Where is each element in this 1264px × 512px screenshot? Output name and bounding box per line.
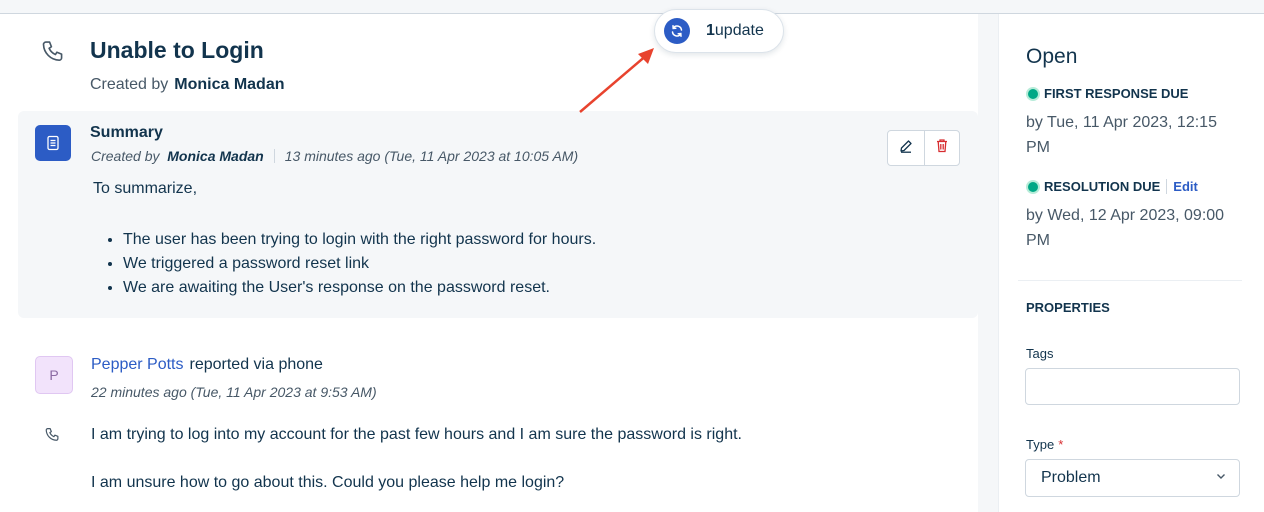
chevron-down-icon — [1215, 469, 1227, 487]
tags-label: Tags — [1026, 346, 1054, 361]
message-text: I am unsure how to go about this. Could … — [91, 474, 565, 491]
edit-resolution-due-link[interactable]: Edit — [1166, 179, 1198, 194]
created-by-label: Created by — [90, 76, 169, 93]
type-selected-value: Problem — [1041, 469, 1101, 486]
list-item: We triggered a password reset link — [123, 252, 596, 276]
message-text: I am trying to log into my account for t… — [91, 426, 742, 443]
type-label: Type * — [1026, 437, 1063, 452]
resolution-due-label: RESOLUTION DUE Edit — [1026, 179, 1198, 194]
status-label: Open — [1026, 45, 1078, 68]
summary-created-by-label: Created by — [91, 148, 160, 164]
required-marker: * — [1058, 437, 1064, 452]
reporter-line: Pepper Potts reported via phone — [91, 356, 323, 374]
note-actions — [887, 130, 960, 166]
summary-title: Summary — [90, 124, 163, 141]
status-dot-icon — [1026, 86, 1040, 101]
edit-note-button[interactable] — [888, 131, 924, 165]
update-count: 1 — [706, 22, 715, 39]
document-icon — [35, 125, 71, 161]
new-updates-button[interactable]: 1update — [654, 9, 784, 53]
resolution-label-text: RESOLUTION DUE — [1044, 179, 1161, 194]
ticket-title: Unable to Login — [90, 37, 264, 63]
first-response-due-value: by Tue, 11 Apr 2023, 12:15 PM — [1026, 114, 1217, 156]
tags-input[interactable] — [1025, 368, 1240, 405]
scroll-gutter — [978, 14, 998, 512]
update-label: 1update — [706, 22, 764, 40]
summary-time: 13 minutes ago (Tue, 11 Apr 2023 at 10:0… — [284, 148, 579, 164]
conversation-time: 22 minutes ago (Tue, 11 Apr 2023 at 9:53… — [91, 384, 377, 400]
summary-meta: Created by Monica Madan 13 minutes ago (T… — [91, 148, 578, 164]
phone-icon — [40, 38, 68, 66]
summary-created-by-name: Monica Madan — [167, 148, 264, 164]
type-select[interactable]: Problem — [1025, 459, 1240, 497]
reporter-name-link[interactable]: Pepper Potts — [91, 356, 184, 373]
summary-intro: To summarize, — [93, 180, 198, 197]
list-item: We are awaiting the User's response on t… — [123, 276, 596, 300]
type-label-text: Type — [1026, 437, 1055, 452]
summary-body: To summarize, The user has been trying t… — [93, 180, 596, 300]
resolution-due-value: by Wed, 12 Apr 2023, 09:00 PM — [1026, 207, 1225, 249]
divider — [1018, 280, 1242, 281]
update-label-text: update — [714, 22, 764, 39]
trash-icon — [935, 138, 949, 158]
ticket-created-by: Created by Monica Madan — [90, 76, 285, 94]
first-response-due-label: FIRST RESPONSE DUE — [1026, 86, 1188, 101]
summary-note-card: Summary Created by Monica Madan 13 minute… — [18, 111, 978, 318]
top-bar — [0, 0, 1264, 14]
pencil-icon — [899, 139, 913, 158]
list-item: The user has been trying to login with t… — [123, 228, 596, 252]
avatar: P — [35, 356, 73, 394]
first-response-label-text: FIRST RESPONSE DUE — [1044, 86, 1189, 101]
meta-separator — [273, 149, 275, 163]
annotation-arrow — [579, 48, 654, 113]
status-dot-icon — [1026, 179, 1040, 194]
sync-icon — [664, 18, 690, 44]
properties-heading: PROPERTIES — [1026, 300, 1110, 315]
created-by-name[interactable]: Monica Madan — [174, 76, 284, 93]
summary-bullet-list: The user has been trying to login with t… — [123, 228, 596, 300]
reported-via: reported via phone — [189, 356, 323, 373]
phone-icon — [44, 426, 62, 444]
delete-note-button[interactable] — [923, 131, 960, 165]
